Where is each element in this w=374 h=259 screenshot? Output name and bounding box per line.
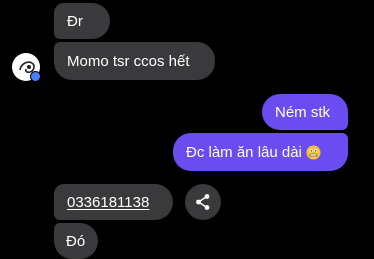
online-badge	[30, 71, 41, 82]
phone-number-link[interactable]: 0336181138	[67, 194, 149, 211]
message-bubble-incoming[interactable]: Momo tsr ccos hết	[54, 42, 215, 80]
contact-avatar[interactable]	[12, 53, 41, 82]
grimacing-face-emoji-icon	[306, 145, 321, 160]
message-text: Đó	[66, 233, 86, 250]
message-bubble-incoming[interactable]: Đr	[54, 3, 110, 39]
message-text: Ném stk	[275, 104, 331, 121]
message-bubble-incoming[interactable]: Đó	[54, 223, 98, 259]
share-button[interactable]	[185, 184, 221, 220]
message-text: Đr	[67, 13, 83, 30]
share-icon	[196, 194, 210, 210]
message-bubble-outgoing[interactable]: Đc làm ăn lâu dài	[173, 133, 348, 171]
message-text: Momo tsr ccos hết	[67, 53, 190, 70]
message-bubble-outgoing[interactable]: Ném stk	[262, 94, 348, 130]
message-bubble-incoming-phone-link[interactable]: 0336181138	[54, 184, 173, 220]
message-text: Đc làm ăn lâu dài	[186, 144, 302, 161]
